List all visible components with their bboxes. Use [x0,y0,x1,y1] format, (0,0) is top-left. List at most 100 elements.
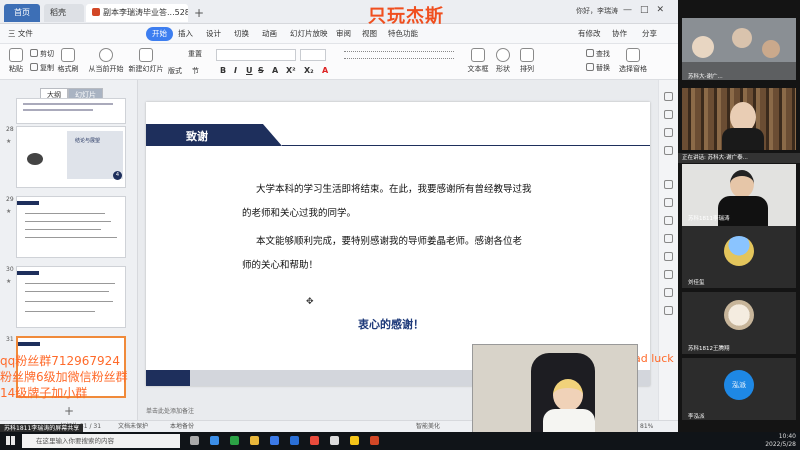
scissors-icon [30,49,38,57]
slide-thumbnail-30[interactable] [16,266,126,328]
underline-button[interactable]: U [246,66,253,75]
smart-beautify[interactable]: 智能美化 [416,421,440,432]
shadow-button[interactable]: A [272,66,278,75]
tool-icon[interactable] [664,180,673,189]
tool-icon[interactable] [664,146,673,155]
menu-file[interactable]: 三 文件 [8,27,33,41]
taskbar-search-input[interactable]: 在这里输入你要搜索的内容 [22,434,180,448]
thumb-text-line [25,301,113,302]
section-button[interactable]: 节 [192,66,199,76]
font-color-button[interactable]: A [322,66,328,75]
subscript-button[interactable]: X₂ [304,66,314,75]
windows-start-icon[interactable] [6,436,15,445]
menu-view[interactable]: 视图 [362,27,377,41]
cut-button[interactable]: 剪切 [30,49,54,59]
arrange-icon [520,48,534,62]
bold-button[interactable]: B [220,66,226,75]
participant-tile[interactable]: 泓派 李泓派 [682,358,796,420]
tool-icon[interactable] [664,252,673,261]
menu-animation[interactable]: 动画 [262,27,277,41]
slide-thumbnail-28[interactable]: 结论与展望 4 [16,126,126,188]
superscript-button[interactable]: X² [286,66,296,75]
zoom-level[interactable]: 81% [640,421,653,432]
cut-label: 剪切 [40,50,54,58]
edge-icon[interactable] [210,436,219,445]
menu-design[interactable]: 设计 [206,27,221,41]
tool-icon[interactable] [664,234,673,243]
tool-icon[interactable] [664,270,673,279]
play-from-current-button[interactable]: 从当前开始 [86,48,126,74]
app-icon[interactable] [270,436,279,445]
brush-icon [61,48,75,62]
unsaved-indicator[interactable]: 有修改 [578,27,601,41]
tool-icon[interactable] [664,288,673,297]
arrange-button[interactable]: 排列 [516,48,538,74]
shape-button[interactable]: 形状 [492,48,514,74]
paragraph-1-line-1[interactable]: 大学本科的学习生活即将结束。在此，我要感谢所有曾经教导过我 [256,184,532,196]
strikethrough-button[interactable]: S [258,66,264,75]
local-backup[interactable]: 本地备份 [170,421,194,432]
collaborate-button[interactable]: 协作 [612,27,627,41]
tab-document[interactable]: 副本李瑞涛毕业答...528.pptx [86,4,188,22]
copy-label: 复制 [40,64,54,72]
new-slide-button[interactable]: 新建幻灯片 [128,48,164,74]
participant-tile[interactable] [682,88,796,150]
font-size-select[interactable] [300,49,326,61]
slide-thumbnail-29[interactable] [16,196,126,258]
participant-tile[interactable]: 苏科大-谢广... [682,18,796,80]
window-controls[interactable]: —□✕ [623,5,672,15]
menu-slideshow[interactable]: 幻灯片放映 [290,27,328,41]
tool-icon[interactable] [664,198,673,207]
tool-icon[interactable] [664,216,673,225]
participant-tile[interactable]: 苏科1812王腾翔 [682,292,796,354]
menu-insert[interactable]: 插入 [178,27,193,41]
star-icon: ★ [6,278,12,285]
layout-button[interactable]: 版式 [168,66,182,76]
italic-button[interactable]: I [234,66,237,75]
new-tab-button[interactable]: + [194,4,204,22]
menu-features[interactable]: 特色功能 [388,27,418,41]
paste-button[interactable]: 粘贴 [6,48,26,74]
app-icon[interactable] [350,436,359,445]
copy-button[interactable]: 复制 [30,63,54,73]
paragraph-2-line-1[interactable]: 本文能够顺利完成，要特别感谢我的导师姜晶老师。感谢各位老 [256,236,522,248]
avatar [724,300,754,330]
reset-button[interactable]: 重置 [188,49,202,59]
font-family-select[interactable] [216,49,296,61]
tool-icon[interactable] [664,92,673,101]
participant-tile[interactable]: 苏科1811李瑞涛 [682,164,796,226]
slide-thumbnail-27[interactable] [16,98,126,124]
task-view-icon[interactable] [190,436,199,445]
add-slide-button[interactable]: + [64,404,74,418]
wechat-icon[interactable] [230,436,239,445]
participant-tile[interactable]: 刘佳玺 [682,226,796,288]
share-button[interactable]: 分享 [642,27,657,41]
menu-start[interactable]: 开始 [146,27,173,41]
tool-icon[interactable] [664,110,673,119]
tab-daoke[interactable]: 稻壳 [44,4,84,22]
paragraph-tools[interactable] [340,49,460,61]
text-box-button[interactable]: 文本框 [466,48,490,74]
user-greeting[interactable]: 你好，李瑞涛 [576,6,618,16]
closing-thanks[interactable]: 衷心的感谢！ [358,316,424,332]
paragraph-2-line-2[interactable]: 师的关心和帮助！ [242,260,318,272]
tool-icon[interactable] [664,128,673,137]
menu-transition[interactable]: 切换 [234,27,249,41]
app-icon[interactable] [310,436,319,445]
replace-button[interactable]: 替换 [586,63,610,73]
thumb-image [27,153,43,165]
folder-icon[interactable] [250,436,259,445]
app-icon[interactable] [330,436,339,445]
format-painter-button[interactable]: 格式刷 [56,48,80,74]
wps-icon[interactable] [370,436,379,445]
system-clock[interactable]: 10:40 2022/5/28 [765,433,796,449]
tab-home[interactable]: 首页 [4,4,40,22]
app-icon[interactable] [290,436,299,445]
paragraph-1-line-2[interactable]: 的老师和关心过我的同学。 [242,208,356,220]
tool-icon[interactable] [664,306,673,315]
slide-title[interactable]: 致谢 [186,128,208,144]
find-button[interactable]: 查找 [586,49,610,59]
menu-review[interactable]: 审阅 [336,27,351,41]
select-pane-button[interactable]: 选择窗格 [616,48,650,74]
document-protection[interactable]: 文档未保护 [118,421,148,432]
